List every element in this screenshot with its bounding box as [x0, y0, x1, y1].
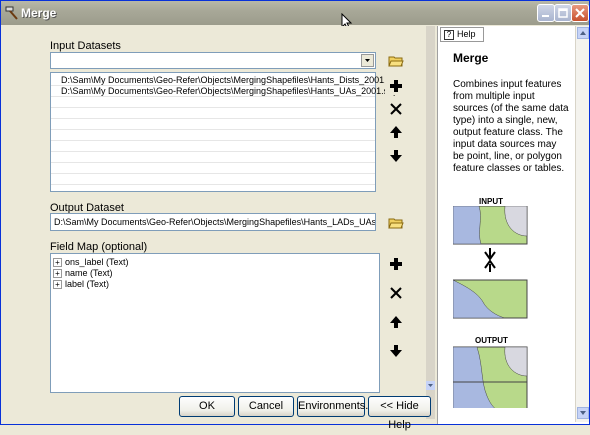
tab-help[interactable]: ? Help — [440, 27, 484, 42]
open-folder-icon — [388, 56, 404, 67]
add-field-button[interactable] — [385, 253, 405, 273]
remove-field-button[interactable] — [385, 282, 405, 302]
help-description: Combines input features from multiple in… — [453, 79, 569, 174]
help-question-icon: ? — [444, 30, 454, 40]
list-item[interactable]: D:\Sam\My Documents\Geo-Refer\Objects\Me… — [51, 86, 398, 97]
scroll-down-icon[interactable] — [426, 381, 435, 390]
plus-icon — [390, 258, 402, 270]
list-row-empty — [51, 130, 375, 141]
remove-dataset-button[interactable] — [385, 98, 405, 118]
tree-item[interactable]: + ons_label (Text) — [53, 257, 129, 268]
merge-dialog: Merge Input Datasets D:\Sam\My Documents… — [0, 0, 590, 431]
close-icon — [575, 8, 585, 18]
help-panel: ? Help Merge Combines input features fro… — [437, 26, 589, 424]
scroll-up-icon[interactable] — [577, 27, 589, 39]
list-row-empty — [51, 97, 375, 108]
dropdown-arrow-icon[interactable] — [361, 54, 374, 67]
field-map-tree[interactable]: + ons_label (Text) + name (Text) + label (T… — [50, 253, 380, 393]
browse-output-button[interactable] — [385, 212, 405, 232]
browse-input-button[interactable] — [385, 50, 405, 70]
merge-diagram-image — [453, 206, 528, 408]
input-datasets-label: Input Datasets — [50, 40, 121, 52]
list-row-empty — [51, 152, 375, 163]
move-field-up-button[interactable] — [385, 311, 405, 331]
arrow-down-icon — [390, 345, 402, 357]
expand-plus-icon[interactable]: + — [53, 280, 62, 290]
remove-x-icon — [390, 103, 402, 115]
list-row-empty — [51, 174, 375, 185]
minimize-icon — [542, 15, 549, 17]
arrow-up-icon — [390, 126, 402, 138]
list-row-empty — [51, 163, 375, 174]
arrow-up-icon — [390, 316, 402, 328]
output-dataset-field[interactable]: D:\Sam\My Documents\Geo-Refer\Objects\Me… — [50, 213, 376, 231]
arrow-down-icon — [390, 150, 402, 162]
tree-item[interactable]: + label (Text) — [53, 279, 109, 290]
list-row-empty — [51, 108, 375, 119]
hammer-icon — [5, 6, 18, 20]
scroll-down-icon[interactable] — [577, 407, 589, 419]
help-scrollbar[interactable] — [575, 26, 589, 422]
field-map-label: Field Map (optional) — [50, 241, 148, 253]
move-field-down-button[interactable] — [385, 340, 405, 360]
figure-output-label: OUTPUT — [475, 336, 508, 345]
figure-input-label: INPUT — [479, 197, 503, 206]
expand-plus-icon[interactable]: + — [53, 258, 62, 268]
parameters-panel: Input Datasets D:\Sam\My Documents\Geo-R… — [4, 26, 435, 431]
add-dataset-button[interactable] — [385, 75, 405, 95]
window-title: Merge — [21, 6, 57, 20]
maximize-button[interactable] — [554, 4, 572, 22]
environments-button[interactable]: Environments... — [297, 396, 374, 417]
move-up-button[interactable] — [385, 121, 405, 141]
tree-item[interactable]: + name (Text) — [53, 268, 113, 279]
close-button[interactable] — [571, 4, 589, 22]
minimize-button[interactable] — [537, 4, 555, 22]
list-row-empty — [51, 119, 375, 130]
remove-x-icon — [390, 287, 402, 299]
cancel-button[interactable]: Cancel — [238, 396, 294, 417]
tab-help-label: Help — [457, 29, 476, 39]
plus-icon — [390, 80, 402, 92]
list-row-empty — [51, 141, 375, 152]
help-title: Merge — [453, 51, 489, 65]
maximize-icon — [558, 8, 568, 18]
parameters-scrollbar[interactable] — [426, 26, 435, 419]
open-folder-icon — [388, 218, 404, 229]
move-down-button[interactable] — [385, 145, 405, 165]
list-item[interactable]: D:\Sam\My Documents\Geo-Refer\Objects\Me… — [51, 75, 401, 86]
expand-plus-icon[interactable]: + — [53, 269, 62, 279]
title-bar[interactable]: Merge — [1, 1, 589, 25]
input-datasets-dropdown[interactable] — [50, 52, 376, 69]
input-datasets-list[interactable]: D:\Sam\My Documents\Geo-Refer\Objects\Me… — [50, 72, 401, 192]
ok-button[interactable]: OK — [179, 396, 235, 417]
hide-help-button[interactable]: << Hide Help — [368, 396, 431, 431]
